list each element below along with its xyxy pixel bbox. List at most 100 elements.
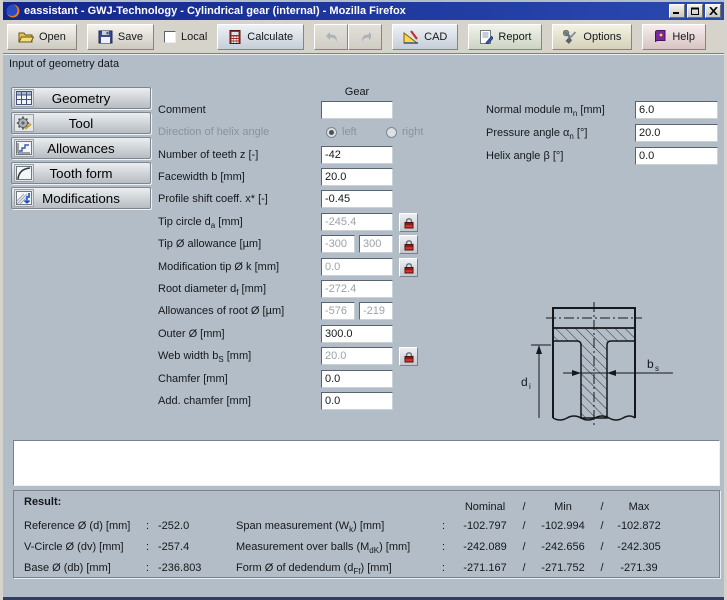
form-row-normal-module: Normal module mn [mm] xyxy=(486,101,726,120)
tip-modification-input xyxy=(321,258,393,276)
padlock-icon xyxy=(403,262,415,274)
chamfer-label: Chamfer [mm] xyxy=(158,373,228,385)
root-diameter-input xyxy=(321,280,393,298)
firefox-icon xyxy=(6,4,20,18)
tip-modification-label: Modification tip Ø k [mm] xyxy=(158,261,279,273)
helix-right-radio-label: right xyxy=(402,126,423,138)
add-chamfer-input[interactable] xyxy=(321,392,393,410)
redo-arrow-icon xyxy=(359,31,371,43)
normal-module-input[interactable] xyxy=(635,101,718,119)
root-allowance-input-1 xyxy=(321,302,355,320)
options-button[interactable]: Options xyxy=(552,24,632,50)
undo-arrow-icon xyxy=(325,31,337,43)
svg-text:s: s xyxy=(655,364,659,373)
sidebar-item-tooth-form-label: Tooth form xyxy=(50,166,113,181)
modification-arrows-icon xyxy=(14,189,34,207)
pressure-angle-input[interactable] xyxy=(635,124,718,142)
report-button[interactable]: Report xyxy=(468,24,542,50)
tip-circle-label: Tip circle da [mm] xyxy=(158,216,243,230)
cad-button[interactable]: CAD xyxy=(392,24,458,50)
facewidth-label: Facewidth b [mm] xyxy=(158,171,245,183)
calculate-button[interactable]: Calculate xyxy=(217,24,304,50)
save-button[interactable]: Save xyxy=(87,24,154,50)
window-title: eassistant - GWJ-Technology - Cylindrica… xyxy=(24,5,406,17)
gear-column-header: Gear xyxy=(321,86,393,98)
tip-circle-lock-button[interactable] xyxy=(399,213,418,232)
sidebar-item-allowances[interactable]: Allowances xyxy=(11,137,151,159)
helix-angle-input[interactable] xyxy=(635,147,718,165)
tip-allowance-input-1 xyxy=(321,235,355,253)
helix-angle-label: Helix angle β [°] xyxy=(486,150,563,162)
form-row-profile-shift: Profile shift coeff. x* [-] xyxy=(158,190,588,209)
help-book-icon xyxy=(653,30,667,43)
cad-drafting-icon xyxy=(403,30,419,44)
number-of-teeth-input[interactable] xyxy=(321,146,393,164)
facewidth-input[interactable] xyxy=(321,168,393,186)
max-header: Max xyxy=(608,501,670,513)
pressure-angle-label: Pressure angle αn [°] xyxy=(486,127,587,141)
message-area xyxy=(13,440,720,486)
application-window: eassistant - GWJ-Technology - Cylindrica… xyxy=(0,0,727,600)
nominal-header: Nominal xyxy=(452,501,518,513)
tip-modification-lock-button[interactable] xyxy=(399,258,418,277)
form-row-root-diameter: Root diameter df [mm] xyxy=(158,280,588,299)
local-checkbox-label: Local xyxy=(181,31,207,43)
diagram-bs-label: b xyxy=(647,357,654,371)
tip-allowance-lock-button[interactable] xyxy=(399,235,418,254)
maximize-button[interactable] xyxy=(687,4,703,18)
outer-diameter-label: Outer Ø [mm] xyxy=(158,328,225,340)
help-button[interactable]: Help xyxy=(642,24,706,50)
v-circle-diameter-label: V-Circle Ø (dv) [mm] xyxy=(24,541,124,553)
outer-diameter-input[interactable] xyxy=(321,325,393,343)
sidebar-item-tool-label: Tool xyxy=(69,116,93,131)
web-width-lock-button[interactable] xyxy=(399,347,418,366)
span-measurement-values: : -102.797 / -102.994 / -102.872 xyxy=(442,520,670,532)
report-document-icon xyxy=(479,30,493,44)
base-diameter-value: -236.803 xyxy=(158,562,201,574)
calculate-button-label: Calculate xyxy=(247,31,293,43)
calculator-icon xyxy=(228,30,242,44)
open-button[interactable]: Open xyxy=(7,24,77,50)
padlock-icon xyxy=(403,351,415,363)
web-width-input xyxy=(321,347,393,365)
grid-icon xyxy=(14,89,34,107)
sidebar-item-tooth-form[interactable]: Tooth form xyxy=(11,162,151,184)
tip-circle-input xyxy=(321,213,393,231)
minimize-button[interactable] xyxy=(669,4,685,18)
v-circle-diameter-value: -257.4 xyxy=(158,541,189,553)
tip-allowance-input-2 xyxy=(359,235,393,253)
form-diameter-dedendum-values: : -271.167 / -271.752 / -271.39 xyxy=(442,562,670,574)
local-checkbox[interactable] xyxy=(164,31,176,43)
comment-input[interactable] xyxy=(321,101,393,119)
add-chamfer-label: Add. chamfer [mm] xyxy=(158,395,251,407)
form-row-facewidth: Facewidth b [mm] xyxy=(158,168,588,187)
helix-right-radio xyxy=(386,127,397,138)
result-row: V-Circle Ø (dv) [mm] : -257.4 Measuremen… xyxy=(14,541,719,557)
help-button-label: Help xyxy=(672,31,695,43)
sidebar-item-modifications-label: Modifications xyxy=(42,191,120,206)
undo-button xyxy=(314,24,348,50)
sidebar-item-geometry[interactable]: Geometry xyxy=(11,87,151,109)
form-row-tip-modification: Modification tip Ø k [mm] xyxy=(158,258,588,277)
tip-allowance-label: Tip Ø allowance [µm] xyxy=(158,238,261,250)
open-button-label: Open xyxy=(39,31,66,43)
form-row-tip-circle: Tip circle da [mm] xyxy=(158,213,588,232)
local-checkbox-group: Local xyxy=(164,31,207,43)
report-button-label: Report xyxy=(498,31,531,43)
gear-cross-section-diagram: d i b s xyxy=(515,298,680,435)
form-diameter-dedendum-label: Form Ø of dedendum (dFf) [mm] xyxy=(236,562,392,576)
helix-left-radio xyxy=(326,127,337,138)
options-button-label: Options xyxy=(583,31,621,43)
chamfer-input[interactable] xyxy=(321,370,393,388)
close-button[interactable] xyxy=(705,4,721,18)
base-diameter-label: Base Ø (db) [mm] xyxy=(24,562,111,574)
teeth-label: Number of teeth z [-] xyxy=(158,149,258,161)
sidebar-item-tool[interactable]: Tool xyxy=(11,112,151,134)
min-header: Min xyxy=(530,501,596,513)
profile-shift-input[interactable] xyxy=(321,190,393,208)
sidebar-item-modifications[interactable]: Modifications xyxy=(11,187,151,209)
root-diameter-label: Root diameter df [mm] xyxy=(158,283,266,297)
form-row-helix-angle: Helix angle β [°] xyxy=(486,147,726,166)
comment-label: Comment xyxy=(158,104,206,116)
result-title: Result: xyxy=(24,496,61,508)
